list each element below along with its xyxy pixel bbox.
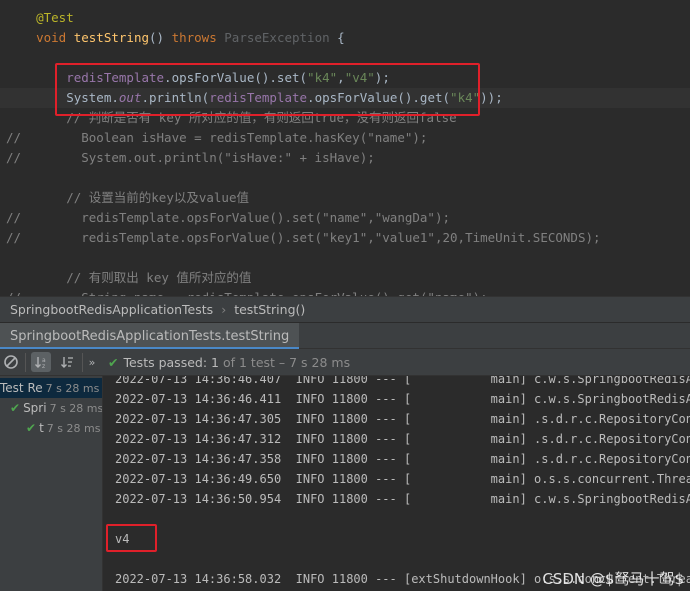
tests-passed-status: ✔ Tests passed: 1 of 1 test – 7 s 28 ms	[108, 349, 350, 376]
test-tree-label: Test Re	[0, 381, 43, 395]
code-token: {	[329, 30, 345, 45]
code-token: redisTemplate.opsForValue().set("key1","…	[6, 230, 601, 245]
code-line[interactable]: // redisTemplate.opsForValue().set("name…	[0, 208, 690, 228]
code-text: redisTemplate.opsForValue().set("key1","…	[6, 228, 601, 248]
stop-icon[interactable]	[1, 352, 21, 372]
run-tab[interactable]: SpringbootRedisApplicationTests.testStri…	[0, 323, 300, 350]
code-text: // 设置当前的key以及value值	[6, 188, 249, 208]
highlight-box-code	[55, 63, 480, 116]
breadcrumb-separator: ›	[221, 302, 227, 317]
highlight-box-output	[106, 524, 157, 552]
breadcrumb-class[interactable]: SpringbootRedisApplicationTests	[10, 302, 213, 317]
console-line: 2022-07-13 14:36:46.407 INFO 11800 --- […	[115, 376, 690, 386]
check-icon: ✔	[108, 355, 119, 370]
code-line[interactable]	[0, 168, 690, 188]
tests-passed-summary: of 1 test – 7 s 28 ms	[222, 355, 351, 370]
code-editor[interactable]: @Test void testString() throws ParseExce…	[0, 0, 690, 296]
code-line[interactable]: // String name = redisTemplate.opsForVal…	[0, 288, 690, 296]
code-line[interactable]: // Boolean isHave = redisTemplate.hasKey…	[0, 128, 690, 148]
code-token: ParseException	[224, 30, 330, 45]
breadcrumb: SpringbootRedisApplicationTests › testStri…	[0, 296, 690, 322]
code-token: @Test	[6, 10, 74, 25]
code-token: ()	[149, 30, 172, 45]
code-text: @Test	[6, 8, 74, 28]
watermark: CSDN @$驽马十驾$	[542, 570, 684, 588]
test-tree-label: Spri	[23, 401, 47, 415]
test-tree-time: 7 s 28 ms	[49, 402, 103, 415]
test-tree: Test Re 7 s 28 ms ✔ Spri 7 s 28 ms ✔ t 7 s 28 m…	[0, 376, 103, 591]
code-token: // 有则取出 key 值所对应的值	[6, 270, 252, 285]
code-text: // 有则取出 key 值所对应的值	[6, 268, 251, 288]
console-line: 2022-07-13 14:36:47.358 INFO 11800 --- […	[115, 452, 690, 466]
code-line[interactable]: @Test	[0, 8, 690, 28]
code-token: // 设置当前的key以及value值	[6, 190, 249, 205]
check-icon: ✔	[26, 421, 37, 435]
check-icon: ✔	[10, 401, 21, 415]
code-text: void testString() throws ParseException …	[6, 28, 345, 48]
console-line: 2022-07-13 14:36:46.411 INFO 11800 --- […	[115, 392, 690, 406]
tests-passed-count: 1	[211, 355, 219, 370]
code-line[interactable]: // 设置当前的key以及value值	[0, 188, 690, 208]
code-text: redisTemplate.opsForValue().set("name","…	[6, 208, 450, 228]
tests-passed-label: Tests passed:	[123, 355, 208, 370]
code-token: System.out.println("isHave:" + isHave);	[6, 150, 375, 165]
sort-alpha-icon[interactable]: az	[31, 352, 51, 372]
test-tree-time: 7 s 28 ms	[45, 382, 100, 395]
code-text: System.out.println("isHave:" + isHave);	[6, 148, 375, 168]
console-line: 2022-07-13 14:36:47.312 INFO 11800 --- […	[115, 432, 690, 446]
expand-more-icon[interactable]: »	[84, 352, 100, 372]
code-line[interactable]: void testString() throws ParseException …	[0, 28, 690, 48]
toolbar-divider	[25, 353, 26, 372]
code-token: ));	[480, 90, 503, 105]
code-line[interactable]: // 有则取出 key 值所对应的值	[0, 268, 690, 288]
console-output[interactable]: 2022-07-13 14:36:46.407 INFO 11800 --- […	[103, 376, 690, 591]
code-token: Boolean isHave = redisTemplate.hasKey("n…	[6, 130, 428, 145]
code-line[interactable]: // redisTemplate.opsForValue().set("key1…	[0, 228, 690, 248]
code-token: throws	[171, 30, 225, 45]
test-toolbar: az » ✔ Tests passed: 1 of 1 test – 7 s 28…	[0, 349, 690, 376]
code-token: void	[6, 30, 74, 45]
test-tree-node[interactable]: ✔ Spri 7 s 28 ms	[10, 398, 103, 418]
console-line: 2022-07-13 14:36:50.954 INFO 11800 --- […	[115, 492, 690, 506]
run-tab-bar: SpringbootRedisApplicationTests.testStri…	[0, 322, 690, 350]
console-line: 2022-07-13 14:36:49.650 INFO 11800 --- […	[115, 472, 690, 486]
test-tree-label: t	[39, 421, 44, 435]
console-line: 2022-07-13 14:36:47.305 INFO 11800 --- […	[115, 412, 690, 426]
code-token: redisTemplate.opsForValue().set("name","…	[6, 210, 451, 225]
code-text: Boolean isHave = redisTemplate.hasKey("n…	[6, 128, 427, 148]
code-line[interactable]: // System.out.println("isHave:" + isHave…	[0, 148, 690, 168]
code-line[interactable]	[0, 248, 690, 268]
sort-duration-icon[interactable]	[57, 352, 77, 372]
breadcrumb-method[interactable]: testString()	[234, 302, 305, 317]
test-tree-node[interactable]: ✔ t 7 s 28 ms	[26, 418, 100, 438]
svg-text:z: z	[42, 363, 45, 369]
test-tree-time: 7 s 28 ms	[46, 422, 101, 435]
code-token: testString	[73, 30, 149, 45]
test-tree-node[interactable]: Test Re 7 s 28 ms	[0, 378, 102, 398]
code-text: String name = redisTemplate.opsForValue(…	[6, 288, 487, 296]
toolbar-divider	[82, 353, 83, 372]
